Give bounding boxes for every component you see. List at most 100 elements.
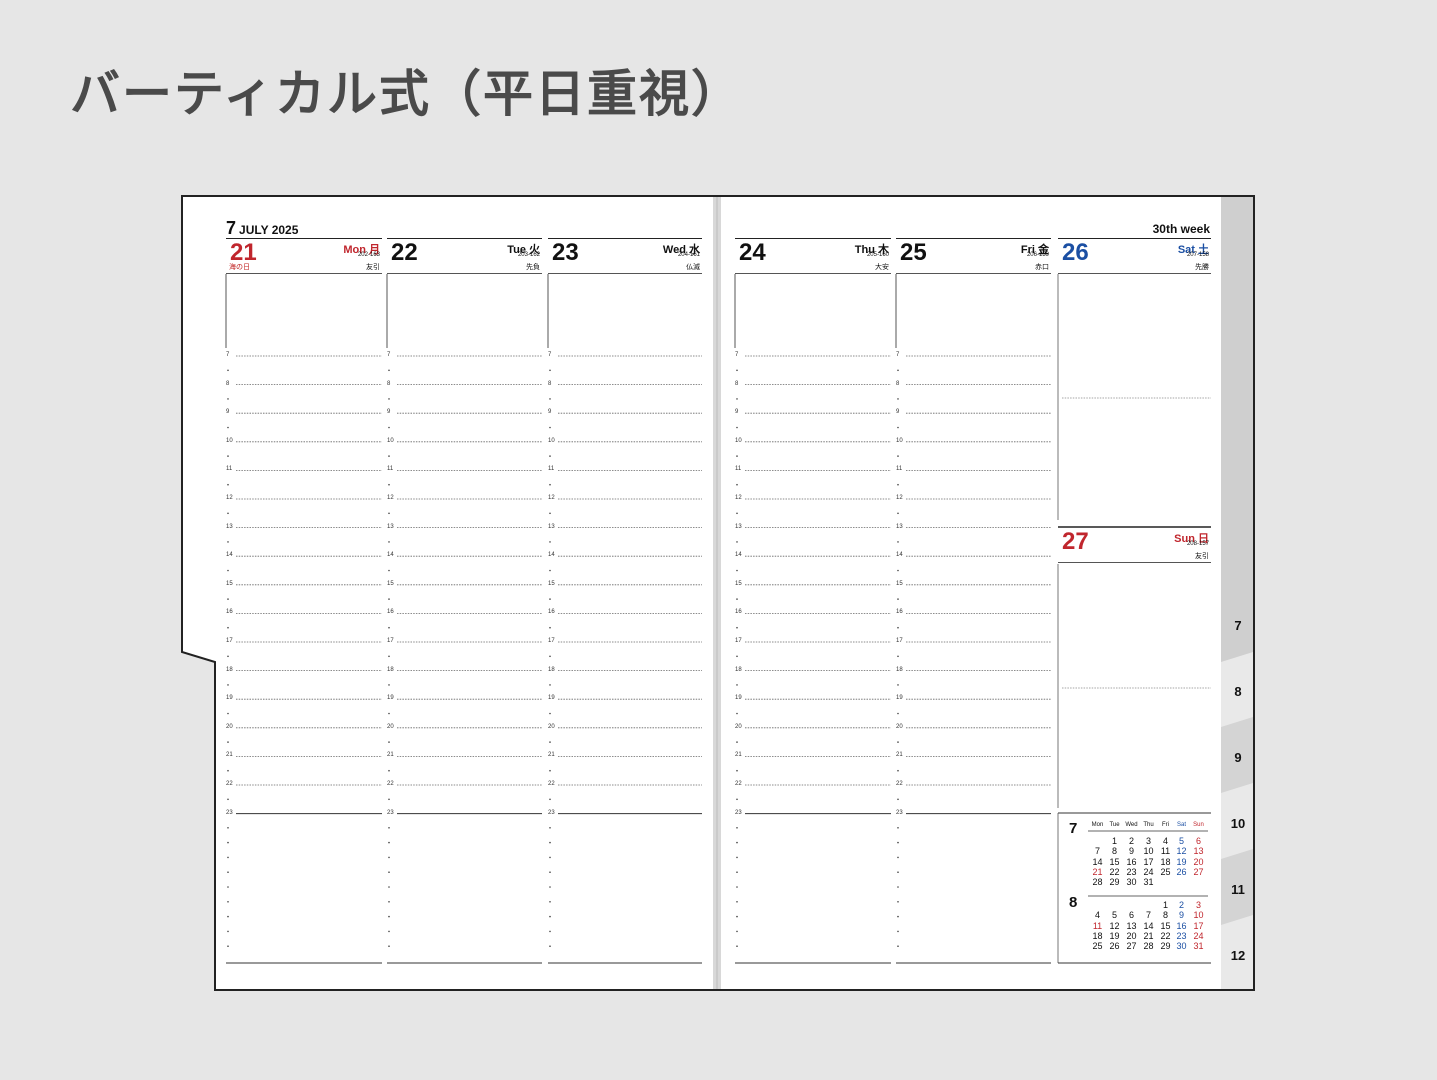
mini-calendar-day: 3 (1145, 836, 1151, 846)
half-hour-dot (736, 886, 738, 888)
half-hour-dot (227, 426, 229, 429)
mini-calendar-day: 21 (1143, 930, 1154, 941)
half-hour-dot (897, 741, 899, 743)
mini-calendar-day: 6 (1195, 836, 1201, 846)
month-tab-12[interactable]: 12 (1222, 948, 1254, 963)
mini-calendar-day: 27 (1126, 941, 1137, 952)
half-hour-dot (388, 541, 390, 543)
mini-calendar-day: 21 (1092, 866, 1103, 877)
half-hour-dot (549, 798, 551, 801)
mini-calendar-day: 3 (1195, 900, 1201, 910)
half-hour-dot (549, 684, 551, 686)
mini-calendar-day: 2 (1128, 836, 1134, 846)
rokuyo-label: 友引 (366, 264, 380, 271)
hour-label: 19 (387, 695, 394, 702)
month-tab-10[interactable]: 10 (1222, 816, 1254, 831)
half-hour-dot (897, 886, 899, 888)
half-hour-dot (736, 930, 738, 933)
hour-label: 14 (226, 552, 233, 559)
half-hour-dot (227, 871, 229, 873)
half-hour-dot (388, 369, 390, 372)
mini-calendar-day: 5 (1178, 836, 1184, 846)
rokuyo-label: 赤口 (1035, 264, 1049, 271)
hour-label: 14 (548, 552, 555, 559)
hour-label: 22 (735, 781, 742, 787)
hour-label: 23 (735, 809, 742, 816)
month-year: JULY 2025 (239, 223, 299, 237)
half-hour-dot (549, 945, 551, 947)
half-hour-dot (897, 915, 899, 918)
half-hour-dot (388, 886, 390, 888)
hour-label: 20 (387, 723, 394, 730)
mini-calendar-day: 25 (1092, 941, 1103, 952)
half-hour-dot (736, 712, 738, 715)
mini-calendar-month: 8 (1069, 894, 1078, 911)
hour-label: 13 (387, 523, 394, 530)
half-hour-dot (549, 741, 551, 743)
weekday-head: Mon (1091, 822, 1104, 828)
half-hour-dot (227, 569, 229, 572)
mini-calendar-day: 1 (1111, 836, 1117, 846)
half-hour-dot (388, 901, 390, 903)
half-hour-dot (388, 483, 390, 486)
half-hour-dot (897, 841, 899, 844)
half-hour-dot (736, 915, 738, 918)
half-hour-dot (388, 684, 390, 686)
mini-calendar-day: 22 (1109, 866, 1120, 877)
half-hour-dot (388, 655, 390, 658)
mini-calendar-day: 29 (1160, 941, 1171, 952)
hour-label: 19 (226, 695, 233, 702)
half-hour-dot (388, 856, 390, 859)
hour-label: 13 (548, 523, 555, 530)
weekday-head: Tue (1109, 822, 1120, 828)
month-tab-8[interactable]: 8 (1222, 684, 1254, 699)
mini-calendar-day: 26 (1109, 941, 1120, 952)
half-hour-dot (549, 626, 551, 629)
hour-label: 16 (226, 609, 233, 616)
half-hour-dot (227, 512, 229, 515)
hour-label: 10 (548, 437, 555, 444)
hour-label: 23 (387, 809, 394, 816)
mini-calendar-day: 16 (1126, 856, 1137, 867)
half-hour-dot (227, 483, 229, 486)
mini-calendar-day: 19 (1109, 930, 1120, 941)
weekday-head: Fri (1162, 822, 1169, 828)
hour-label: 7 (896, 352, 900, 358)
hour-label: 15 (226, 580, 233, 587)
month-tab-9[interactable]: 9 (1222, 750, 1254, 765)
hour-label: 14 (735, 552, 742, 559)
hour-label: 11 (548, 466, 555, 473)
half-hour-dot (388, 798, 390, 801)
half-hour-dot (227, 945, 229, 947)
hour-label: 12 (226, 495, 233, 501)
half-hour-dot (549, 886, 551, 888)
half-hour-dot (897, 930, 899, 933)
half-hour-dot (388, 769, 390, 772)
hour-label: 13 (896, 523, 903, 530)
hour-label: 17 (896, 638, 903, 644)
rokuyo-label: 仏滅 (686, 264, 700, 271)
mini-calendar-day: 10 (1193, 910, 1204, 921)
month-tab-11[interactable]: 11 (1222, 882, 1254, 897)
half-hour-dot (897, 455, 899, 457)
half-hour-dot (736, 569, 738, 572)
half-hour-dot (227, 369, 229, 372)
day-number: 23 (552, 239, 579, 266)
half-hour-dot (388, 398, 390, 400)
weekday-head: Sun (1193, 822, 1204, 828)
half-hour-dot (549, 901, 551, 903)
month-number: 7 (226, 218, 237, 238)
half-hour-dot (227, 769, 229, 772)
half-hour-dot (388, 426, 390, 429)
mini-calendar-day: 8 (1162, 910, 1168, 921)
hour-label: 20 (548, 723, 555, 730)
half-hour-dot (549, 483, 551, 486)
mini-calendar-day: 12 (1176, 846, 1187, 857)
mini-calendar-day: 17 (1143, 856, 1154, 867)
half-hour-dot (549, 769, 551, 772)
hour-label: 22 (387, 781, 394, 787)
planner-illustration (181, 195, 1255, 991)
mini-calendar-day: 4 (1162, 836, 1168, 846)
month-tab-7[interactable]: 7 (1222, 618, 1254, 633)
hour-label: 10 (735, 437, 742, 444)
